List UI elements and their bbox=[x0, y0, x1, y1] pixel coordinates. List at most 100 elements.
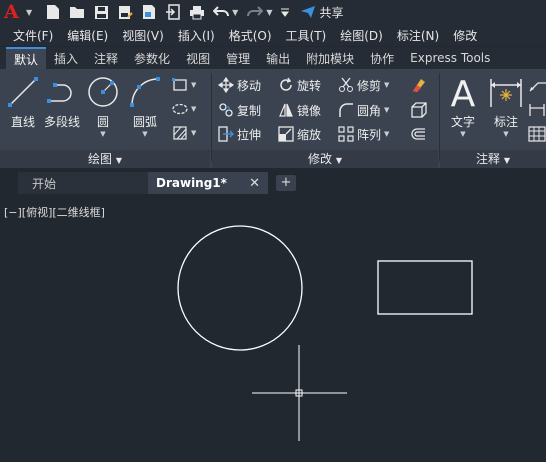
trim-label: 修剪 bbox=[357, 78, 382, 93]
undo-chevron-icon[interactable]: ▼ bbox=[232, 8, 238, 17]
stretch-tool[interactable]: 拉伸 bbox=[218, 124, 261, 144]
ellipse-chevron-icon[interactable]: ▼ bbox=[191, 105, 196, 113]
trim-tool[interactable]: 修剪 ▼ bbox=[338, 75, 389, 95]
tab-view[interactable]: 视图 bbox=[178, 47, 218, 69]
annotation-panel-title[interactable]: 注释 ▼ bbox=[440, 150, 546, 168]
new-icon[interactable] bbox=[44, 3, 62, 21]
copy-label: 复制 bbox=[237, 103, 262, 118]
app-logo-icon[interactable]: A bbox=[4, 2, 24, 22]
hatch-chevron-icon[interactable]: ▼ bbox=[191, 129, 196, 137]
circle-tool[interactable]: 圆 ▼ bbox=[86, 75, 120, 138]
fillet-chevron-icon[interactable]: ▼ bbox=[384, 106, 389, 114]
text-tool[interactable]: A 文字 ▼ bbox=[446, 75, 480, 138]
line-label: 直线 bbox=[10, 115, 35, 129]
tab-addins[interactable]: 附加模块 bbox=[298, 47, 362, 69]
print-icon[interactable] bbox=[188, 3, 206, 21]
tab-drawing1-label: Drawing1* bbox=[156, 176, 227, 190]
tab-express-tools[interactable]: Express Tools bbox=[402, 47, 498, 69]
dim-style-tool[interactable] bbox=[528, 100, 546, 120]
new-tab-button[interactable]: + bbox=[276, 175, 296, 191]
erase-tool[interactable] bbox=[410, 75, 428, 95]
stretch-label: 拉伸 bbox=[237, 127, 262, 142]
open-icon[interactable] bbox=[68, 3, 86, 21]
copy-icon bbox=[219, 103, 233, 117]
ribbon-panel: 直线 多段线 圆 ▼ 圆弧 ▼ ▼ ▼ ▼ 绘图 ▼ 移动 旋转 修剪 ▼ 复制… bbox=[0, 69, 546, 168]
tab-output[interactable]: 输出 bbox=[258, 47, 298, 69]
scale-tool[interactable]: 缩放 bbox=[278, 124, 321, 144]
dimension-label: 标注 bbox=[493, 115, 518, 129]
arc-chevron-icon[interactable]: ▼ bbox=[142, 130, 147, 138]
menu-draw[interactable]: 绘图(D) bbox=[340, 27, 383, 44]
menu-dimension[interactable]: 标注(N) bbox=[397, 27, 439, 44]
dimension-chevron-icon[interactable]: ▼ bbox=[503, 130, 508, 138]
draw-panel-title[interactable]: 绘图 ▼ bbox=[0, 150, 210, 168]
text-chevron-icon[interactable]: ▼ bbox=[460, 130, 465, 138]
save-as-icon[interactable] bbox=[116, 3, 134, 21]
undo-icon[interactable] bbox=[212, 3, 230, 21]
menu-tools[interactable]: 工具(T) bbox=[286, 27, 327, 44]
drawn-rectangle[interactable] bbox=[377, 260, 473, 315]
tab-collaborate[interactable]: 协作 bbox=[362, 47, 402, 69]
trim-chevron-icon[interactable]: ▼ bbox=[384, 81, 389, 89]
arc-icon bbox=[130, 77, 160, 107]
tab-parametric[interactable]: 参数化 bbox=[126, 47, 178, 69]
ellipse-tool[interactable]: ▼ bbox=[172, 99, 196, 119]
import-icon[interactable] bbox=[164, 3, 182, 21]
array-tool[interactable]: 阵列 ▼ bbox=[338, 124, 389, 144]
document-tabs: 开始 Drawing1* ✕ + bbox=[0, 172, 546, 194]
modify-panel-title[interactable]: 修改 ▼ bbox=[212, 150, 438, 168]
tab-manage[interactable]: 管理 bbox=[218, 47, 258, 69]
copy-tool[interactable]: 复制 bbox=[218, 100, 261, 120]
arc-tool[interactable]: 圆弧 ▼ bbox=[128, 75, 162, 138]
menu-format[interactable]: 格式(O) bbox=[229, 27, 272, 44]
hatch-icon bbox=[173, 126, 187, 140]
stretch-icon bbox=[218, 126, 234, 142]
menu-insert[interactable]: 插入(I) bbox=[178, 27, 215, 44]
close-icon[interactable]: ✕ bbox=[249, 176, 260, 191]
explode-tool[interactable] bbox=[410, 100, 428, 120]
tab-insert[interactable]: 插入 bbox=[46, 47, 86, 69]
tab-start[interactable]: 开始 bbox=[18, 172, 148, 194]
fillet-tool[interactable]: 圆角 ▼ bbox=[338, 100, 389, 120]
redo-chevron-icon[interactable]: ▼ bbox=[266, 8, 272, 17]
circle-label: 圆 bbox=[96, 115, 109, 129]
polyline-tool[interactable]: 多段线 bbox=[44, 75, 80, 130]
table-tool[interactable] bbox=[528, 124, 546, 144]
offset-tool[interactable] bbox=[410, 124, 428, 144]
share-button[interactable]: 共享 bbox=[300, 4, 343, 21]
send-icon bbox=[301, 6, 316, 18]
drawn-circle[interactable] bbox=[177, 225, 303, 351]
move-tool[interactable]: 移动 bbox=[218, 75, 261, 95]
drawing-canvas[interactable]: [−][俯视][二维线框] bbox=[0, 196, 546, 462]
menu-edit[interactable]: 编辑(E) bbox=[67, 27, 108, 44]
leader-tool[interactable] bbox=[528, 75, 546, 95]
menu-bar: 文件(F) 编辑(E) 视图(V) 插入(I) 格式(O) 工具(T) 绘图(D… bbox=[0, 24, 546, 46]
arc-label: 圆弧 bbox=[132, 115, 157, 129]
menu-modify[interactable]: 修改 bbox=[453, 27, 477, 44]
annotation-panel: A 文字 ▼ 标注 ▼ 注释 ▼ bbox=[440, 69, 546, 168]
redo-icon[interactable] bbox=[246, 3, 264, 21]
more-icon[interactable] bbox=[276, 3, 294, 21]
menu-file[interactable]: 文件(F) bbox=[13, 27, 53, 44]
drawing-geometry bbox=[177, 225, 473, 441]
scale-icon bbox=[278, 126, 294, 142]
menu-view[interactable]: 视图(V) bbox=[122, 27, 164, 44]
tab-annotate[interactable]: 注释 bbox=[86, 47, 126, 69]
circle-chevron-icon[interactable]: ▼ bbox=[100, 130, 105, 138]
tab-drawing1[interactable]: Drawing1* ✕ bbox=[148, 172, 268, 194]
dimension-tool[interactable]: 标注 ▼ bbox=[488, 75, 524, 138]
rotate-tool[interactable]: 旋转 bbox=[278, 75, 321, 95]
rectangle-tool[interactable]: ▼ bbox=[172, 75, 196, 95]
hatch-tool[interactable]: ▼ bbox=[172, 123, 196, 143]
mirror-tool[interactable]: 镜像 bbox=[278, 100, 321, 120]
array-chevron-icon[interactable]: ▼ bbox=[384, 130, 389, 138]
ribbon-tabs: 默认 插入 注释 参数化 视图 管理 输出 附加模块 协作 Express To… bbox=[0, 47, 546, 69]
rotate-icon bbox=[280, 77, 292, 91]
rectangle-chevron-icon[interactable]: ▼ bbox=[191, 81, 196, 89]
save-icon[interactable] bbox=[92, 3, 110, 21]
share-label: 共享 bbox=[319, 5, 344, 20]
publish-icon[interactable] bbox=[140, 3, 158, 21]
tab-home[interactable]: 默认 bbox=[6, 47, 47, 69]
line-tool[interactable]: 直线 bbox=[6, 75, 40, 130]
app-menu-chevron-icon[interactable]: ▼ bbox=[26, 8, 32, 17]
